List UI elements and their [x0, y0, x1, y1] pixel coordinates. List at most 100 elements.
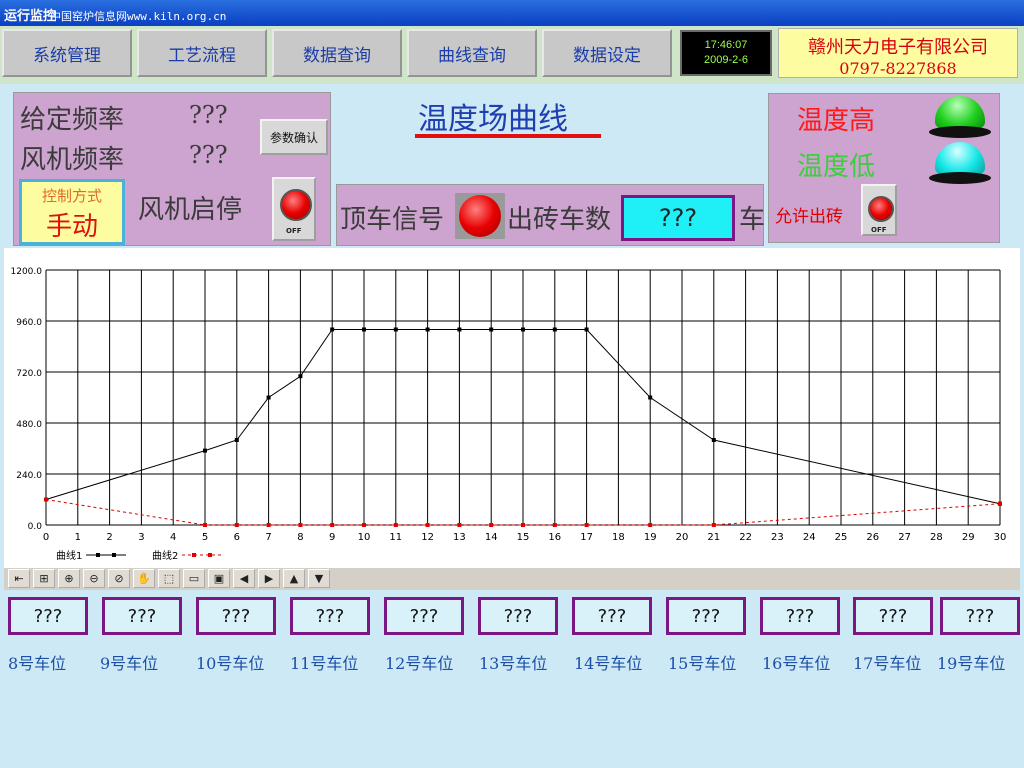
x-tick-label: 18 — [612, 532, 625, 543]
x-tick-label: 22 — [739, 532, 752, 543]
clock-display: 17:46:07 2009-2-6 — [680, 30, 772, 76]
x-tick-label: 21 — [707, 532, 720, 543]
legend-marker-series-1 — [96, 553, 100, 557]
data-point-series-1 — [489, 327, 494, 332]
y-tick-label: 720.0 — [16, 369, 42, 379]
car-position-8-value: ??? — [8, 597, 88, 635]
x-tick-label: 4 — [170, 532, 176, 543]
x-tick-label: 10 — [358, 532, 371, 543]
clock-date: 2009-2-6 — [703, 54, 749, 66]
down-arrow-icon[interactable]: ▼ — [308, 569, 330, 588]
company-banner: 赣州天力电子有限公司 0797-8227868 — [778, 28, 1018, 78]
given-frequency-label: 给定频率 — [20, 105, 125, 135]
car-position-12-value: ??? — [384, 597, 464, 635]
car-position-19-label: 19号车位 — [937, 654, 1006, 673]
frequency-panel: 给定频率 ??? 风机频率 ??? 参数确认 控制方式 手动 风机启停 OFF — [13, 92, 331, 246]
menu-data-query-button[interactable]: 数据查询 — [272, 29, 402, 77]
given-frequency-value: ??? — [189, 101, 228, 129]
x-tick-label: 15 — [517, 532, 530, 543]
allow-discharge-switch-button[interactable]: OFF — [861, 184, 897, 236]
data-point-series-1 — [552, 327, 557, 332]
company-name: 赣州天力电子有限公司 — [808, 37, 988, 58]
data-point-series-1 — [648, 395, 653, 400]
push-signal-lamp-icon — [459, 195, 501, 237]
x-tick-label: 1 — [75, 532, 81, 543]
control-mode-label: 控制方式 — [41, 187, 102, 205]
x-tick-label: 13 — [453, 532, 466, 543]
car-position-9-value: ??? — [102, 597, 182, 635]
data-point-series-1 — [330, 327, 335, 332]
zoom-out-icon[interactable]: ⊖ — [83, 569, 105, 588]
x-tick-label: 5 — [202, 532, 208, 543]
x-tick-label: 8 — [297, 532, 303, 543]
confirm-params-button[interactable]: 参数确认 — [260, 119, 328, 155]
fan-switch-lamp-icon — [280, 189, 312, 221]
x-tick-label: 9 — [329, 532, 335, 543]
data-point-series-2 — [425, 523, 430, 527]
window-titlebar: 运行监控 中国窑炉信息网www.kiln.org.cn — [0, 0, 1024, 26]
data-point-series-1 — [457, 327, 462, 332]
x-tick-label: 24 — [803, 532, 816, 543]
menu-curve-query-button[interactable]: 曲线查询 — [407, 29, 537, 77]
left-arrow-icon[interactable]: ◀ — [233, 569, 255, 588]
data-point-series-1 — [266, 395, 271, 400]
x-tick-label: 12 — [421, 532, 434, 543]
x-tick-label: 16 — [548, 532, 561, 543]
x-tick-label: 23 — [771, 532, 784, 543]
car-position-10-label: 10号车位 — [196, 654, 265, 673]
data-point-series-2 — [711, 523, 716, 527]
select-icon[interactable]: ⬚ — [158, 569, 180, 588]
temp-low-lamp-icon — [929, 142, 991, 186]
data-point-series-2 — [330, 523, 335, 527]
up-arrow-icon[interactable]: ▲ — [283, 569, 305, 588]
car-position-9-label: 9号车位 — [100, 654, 159, 673]
car-position-14-label: 14号车位 — [574, 654, 643, 673]
save-icon[interactable]: ▣ — [208, 569, 230, 588]
temperature-chart-svg: 0 1 2 3 4 5 6 7 8 9 10 11 12 13 14 15 16 17 18 19 20 21 22 23 24… — [11, 267, 1007, 562]
legend-label-series-1: 曲线1 — [56, 549, 82, 562]
x-tick-label: 29 — [962, 532, 975, 543]
car-position-8-label: 8号车位 — [8, 654, 67, 673]
data-point-series-2 — [362, 523, 366, 527]
data-point-series-2 — [457, 523, 462, 527]
car-position-15-label: 15号车位 — [668, 654, 737, 673]
data-point-series-2 — [44, 497, 48, 502]
data-point-series-2 — [648, 523, 653, 527]
menu-system-management-button[interactable]: 系统管理 — [2, 29, 132, 77]
legend-label-series-2: 曲线2 — [152, 549, 178, 562]
car-position-11-label: 11号车位 — [290, 654, 359, 673]
fit-icon[interactable]: ⇤ — [8, 569, 30, 588]
pan-hand-icon[interactable]: ✋ — [133, 569, 155, 588]
x-tick-label: 2 — [106, 532, 112, 543]
data-point-series-2 — [489, 523, 494, 527]
legend-marker-series-2 — [208, 553, 212, 557]
menu-process-flow-button[interactable]: 工艺流程 — [137, 29, 267, 77]
data-point-series-1 — [393, 327, 398, 332]
right-arrow-icon[interactable]: ▶ — [258, 569, 280, 588]
zoom-in-icon[interactable]: ⊕ — [58, 569, 80, 588]
brick-car-count-value: ??? — [621, 195, 735, 241]
x-tick-label: 30 — [994, 532, 1007, 543]
data-point-series-2 — [298, 523, 303, 527]
allow-discharge-lamp-icon — [868, 196, 894, 222]
car-unit-label: 车 — [739, 205, 766, 235]
open-icon[interactable]: ▭ — [183, 569, 205, 588]
fan-start-stop-label: 风机启停 — [138, 195, 243, 225]
window-title: 运行监控 — [4, 9, 57, 24]
menu-data-settings-button[interactable]: 数据设定 — [542, 29, 672, 77]
car-position-17-label: 17号车位 — [853, 654, 922, 673]
data-point-series-2 — [266, 523, 271, 527]
brick-car-count-label: 出砖车数 — [507, 205, 612, 235]
temp-high-label: 温度高 — [797, 106, 876, 136]
data-point-series-2 — [393, 523, 398, 527]
fan-switch-button[interactable]: OFF — [272, 177, 316, 241]
x-tick-label: 14 — [485, 532, 498, 543]
zoom-reset-icon[interactable]: ⊘ — [108, 569, 130, 588]
fan-frequency-value: ??? — [189, 141, 228, 169]
x-tick-label: 26 — [866, 532, 879, 543]
grid-icon[interactable]: ⊞ — [33, 569, 55, 588]
control-mode-value: 手动 — [45, 212, 98, 242]
allow-discharge-label: 允许出砖 — [775, 207, 843, 227]
title-underline — [415, 134, 601, 138]
legend-marker-series-2 — [192, 553, 196, 557]
